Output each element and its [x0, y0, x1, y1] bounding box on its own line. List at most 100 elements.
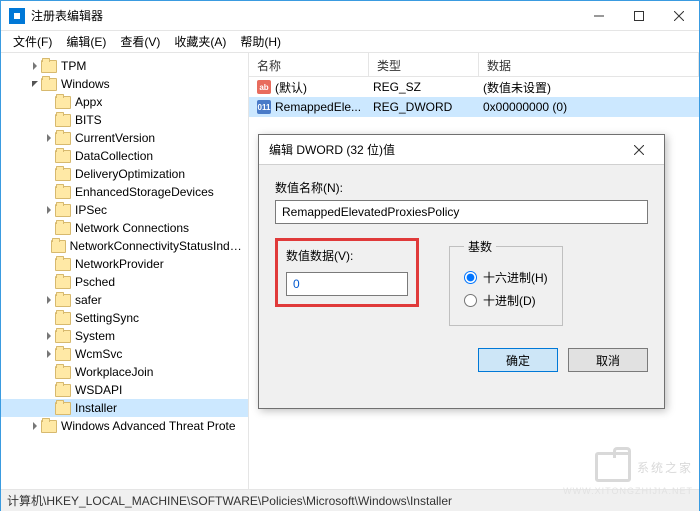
radix-hex-label: 十六进制(H)	[483, 269, 548, 286]
tree-item[interactable]: DataCollection	[1, 147, 248, 165]
statusbar-path: 计算机\HKEY_LOCAL_MACHINE\SOFTWARE\Policies…	[7, 492, 452, 509]
menubar: 文件(F) 编辑(E) 查看(V) 收藏夹(A) 帮助(H)	[1, 31, 699, 53]
radix-dec-label: 十进制(D)	[483, 292, 536, 309]
value-data-label: 数值数据(V):	[286, 247, 408, 264]
tree-item[interactable]: WSDAPI	[1, 381, 248, 399]
tree-item[interactable]: WorkplaceJoin	[1, 363, 248, 381]
tree-twisty-icon[interactable]	[43, 134, 55, 142]
tree-item[interactable]: Installer	[1, 399, 248, 417]
value-data-input[interactable]	[286, 272, 408, 296]
tree-item-label: Windows Advanced Threat Prote	[61, 419, 236, 433]
folder-icon	[55, 330, 71, 343]
tree-item-label: DataCollection	[75, 149, 153, 163]
folder-icon	[55, 294, 71, 307]
cancel-button[interactable]: 取消	[568, 348, 648, 372]
list-row[interactable]: 011RemappedEle...REG_DWORD0x00000000 (0)	[249, 97, 699, 117]
radix-hex-radio[interactable]	[464, 271, 477, 284]
folder-icon	[41, 60, 57, 73]
tree-item[interactable]: Windows Advanced Threat Prote	[1, 417, 248, 435]
folder-icon	[55, 114, 71, 127]
tree-item[interactable]: TPM	[1, 57, 248, 75]
dialog-titlebar: 编辑 DWORD (32 位)值	[259, 135, 664, 165]
tree-twisty-icon[interactable]	[43, 206, 55, 214]
tree-twisty-icon[interactable]	[29, 80, 41, 88]
tree-twisty-icon[interactable]	[43, 332, 55, 340]
tree-item-label: safer	[75, 293, 102, 307]
value-type: REG_DWORD	[369, 100, 479, 114]
tree-pane[interactable]: TPM WindowsAppx BITS CurrentVersion DataColl…	[1, 53, 249, 489]
list-header: 名称 类型 数据	[249, 53, 699, 77]
menu-favorites[interactable]: 收藏夹(A)	[168, 31, 232, 52]
folder-icon	[55, 168, 71, 181]
close-button[interactable]	[659, 1, 699, 31]
tree-item[interactable]: IPSec	[1, 201, 248, 219]
tree-item[interactable]: EnhancedStorageDevices	[1, 183, 248, 201]
radix-dec-radio[interactable]	[464, 294, 477, 307]
tree-item-label: NetworkProvider	[75, 257, 164, 271]
folder-icon	[55, 186, 71, 199]
tree-item-label: SettingSync	[75, 311, 139, 325]
tree-item-label: CurrentVersion	[75, 131, 155, 145]
titlebar: 注册表编辑器	[1, 1, 699, 31]
ok-button[interactable]: 确定	[478, 348, 558, 372]
tree-item[interactable]: System	[1, 327, 248, 345]
tree-item[interactable]: safer	[1, 291, 248, 309]
tree-item-label: TPM	[61, 59, 86, 73]
statusbar: 计算机\HKEY_LOCAL_MACHINE\SOFTWARE\Policies…	[1, 489, 699, 511]
tree-item[interactable]: CurrentVersion	[1, 129, 248, 147]
tree-item[interactable]: NetworkConnectivityStatusIndicator	[1, 237, 248, 255]
col-data[interactable]: 数据	[479, 53, 699, 76]
tree-twisty-icon[interactable]	[43, 350, 55, 358]
tree-item[interactable]: SettingSync	[1, 309, 248, 327]
value-name-input[interactable]	[275, 200, 648, 224]
folder-icon	[55, 132, 71, 145]
tree-item[interactable]: Psched	[1, 273, 248, 291]
list-row[interactable]: ab (默认) REG_SZ(数值未设置)	[249, 77, 699, 97]
tree-item[interactable]: WcmSvc	[1, 345, 248, 363]
tree-item-label: WcmSvc	[75, 347, 122, 361]
tree-item-label: NetworkConnectivityStatusIndicator	[70, 239, 244, 253]
folder-icon	[55, 384, 71, 397]
value-data: (数值未设置)	[479, 79, 699, 96]
tree-twisty-icon[interactable]	[29, 62, 41, 70]
folder-icon	[55, 366, 71, 379]
tree-item[interactable]: DeliveryOptimization	[1, 165, 248, 183]
tree-twisty-icon[interactable]	[43, 296, 55, 304]
tree-item-label: Installer	[75, 401, 117, 415]
value-type: REG_SZ	[369, 80, 479, 94]
tree-item[interactable]: Windows	[1, 75, 248, 93]
tree-item[interactable]: BITS	[1, 111, 248, 129]
tree-item[interactable]: Appx	[1, 93, 248, 111]
menu-view[interactable]: 查看(V)	[114, 31, 166, 52]
col-name[interactable]: 名称	[249, 53, 369, 76]
value-data-highlight: 数值数据(V):	[275, 238, 419, 307]
value-name: (默认)	[275, 79, 307, 96]
minimize-button[interactable]	[579, 1, 619, 31]
dialog-close-button[interactable]	[624, 135, 654, 165]
menu-edit[interactable]: 编辑(E)	[60, 31, 112, 52]
reg-value-icon: ab	[257, 80, 271, 94]
menu-file[interactable]: 文件(F)	[7, 31, 58, 52]
tree-item-label: System	[75, 329, 115, 343]
col-type[interactable]: 类型	[369, 53, 479, 76]
folder-icon	[55, 402, 71, 415]
tree-item-label: BITS	[75, 113, 102, 127]
list-body[interactable]: ab (默认) REG_SZ(数值未设置)011RemappedEle...REG_…	[249, 77, 699, 117]
maximize-button[interactable]	[619, 1, 659, 31]
folder-icon	[55, 348, 71, 361]
dialog-title: 编辑 DWORD (32 位)值	[269, 141, 395, 158]
edit-dword-dialog: 编辑 DWORD (32 位)值 数值名称(N): 数值数据(V): 基数 十六…	[258, 134, 665, 409]
folder-icon	[55, 96, 71, 109]
folder-icon	[55, 258, 71, 271]
menu-help[interactable]: 帮助(H)	[234, 31, 287, 52]
tree-twisty-icon[interactable]	[29, 422, 41, 430]
app-icon	[9, 8, 25, 24]
folder-icon	[55, 276, 71, 289]
value-name-label: 数值名称(N):	[275, 179, 648, 196]
tree-item-label: EnhancedStorageDevices	[75, 185, 214, 199]
radix-legend: 基数	[464, 238, 496, 255]
tree-item[interactable]: NetworkProvider	[1, 255, 248, 273]
tree-item-label: WorkplaceJoin	[75, 365, 153, 379]
value-data: 0x00000000 (0)	[479, 100, 699, 114]
tree-item[interactable]: Network Connections	[1, 219, 248, 237]
